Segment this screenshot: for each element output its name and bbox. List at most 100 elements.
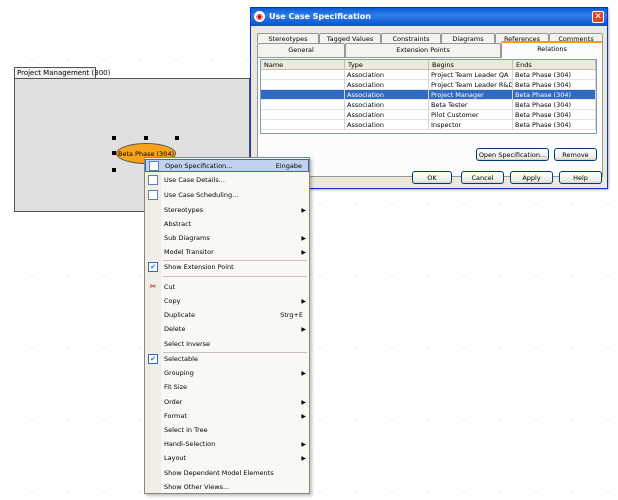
menu-item-select-inverse[interactable]: Select Inverse (145, 338, 309, 351)
menu-item-stereotypes[interactable]: Stereotypes ▶ (145, 204, 309, 217)
menu-item-model-transitor[interactable]: Model Transitor ▶ (145, 246, 309, 259)
cell-name (261, 100, 345, 110)
cell-name (261, 90, 345, 100)
submenu-arrow-icon: ▶ (301, 298, 306, 305)
menu-item-select-in-tree[interactable]: Select in Tree (145, 424, 309, 437)
column-header-begins[interactable]: Begins (429, 60, 513, 70)
dialog-title: Use Case Specification (269, 12, 371, 21)
menu-item-cut[interactable]: ✂ Cut (145, 281, 309, 294)
table-row-selected[interactable]: Association Project Manager Beta Phase (… (261, 90, 596, 100)
submenu-arrow-icon: ▶ (301, 326, 306, 333)
tab-general[interactable]: General (257, 43, 345, 57)
menu-item-shortcut: Strg+E (280, 311, 303, 319)
menu-item-format[interactable]: Format ▶ (145, 410, 309, 423)
menu-item-use-case-details[interactable]: Use Case Details... (145, 174, 309, 187)
menu-item-use-case-scheduling[interactable]: Use Case Scheduling... (145, 189, 309, 202)
menu-item-label: Select Inverse (164, 340, 211, 348)
remove-button[interactable]: Remove (554, 148, 597, 161)
selection-handle[interactable] (112, 151, 116, 155)
menu-item-selectable[interactable]: ✔ Selectable (145, 353, 309, 366)
menu-item-label: Format (164, 412, 187, 420)
close-button[interactable]: ✕ (592, 11, 604, 23)
table-row[interactable]: Association Inspector Beta Phase (304) (261, 120, 596, 130)
menu-item-copy[interactable]: Copy ▶ (145, 295, 309, 308)
column-header-type[interactable]: Type (345, 60, 429, 70)
tab-diagrams[interactable]: Diagrams (441, 33, 495, 43)
selection-handle[interactable] (112, 136, 116, 140)
tab-constraints[interactable]: Constraints (381, 33, 441, 43)
scissors-icon: ✂ (149, 282, 157, 291)
menu-item-layout[interactable]: Layout ▶ (145, 452, 309, 465)
menu-item-label: Fit Size (164, 383, 188, 391)
menu-item-open-specification[interactable]: Open Specification... Eingabe (145, 159, 309, 172)
submenu-arrow-icon: ▶ (301, 413, 306, 420)
selection-handle[interactable] (112, 168, 116, 172)
submenu-arrow-icon: ▶ (301, 455, 306, 462)
menu-item-grouping[interactable]: Grouping ▶ (145, 367, 309, 380)
menu-item-label: Order (164, 398, 183, 406)
menu-item-show-other-views[interactable]: Show Other Views... (145, 481, 309, 494)
app-logo-icon: ◉ (254, 11, 265, 22)
cell-begins: Project Team Leader QA (429, 70, 513, 80)
menu-item-shortcut: Eingabe (275, 162, 302, 170)
cell-begins: Pilot Customer (429, 110, 513, 120)
menu-item-show-dependent-model-elements[interactable]: Show Dependent Model Elements (145, 467, 309, 480)
menu-item-label: Use Case Scheduling... (164, 191, 239, 199)
package-tab[interactable]: Project Management (300) (14, 67, 110, 78)
menu-item-order[interactable]: Order ▶ (145, 396, 309, 409)
submenu-arrow-icon: ▶ (301, 207, 306, 214)
apply-button[interactable]: Apply (510, 171, 553, 184)
open-specification-button[interactable]: Open Specification... (476, 148, 549, 161)
tab-stereotypes[interactable]: Stereotypes (257, 33, 319, 43)
menu-item-label: Show Dependent Model Elements (164, 469, 274, 477)
menu-item-show-extension-point[interactable]: ✔ Show Extension Point (145, 261, 309, 274)
menu-item-fit-size[interactable]: Fit Size (145, 381, 309, 394)
cell-ends: Beta Phase (304) (513, 120, 596, 130)
menu-item-duplicate[interactable]: Duplicate Strg+E (145, 309, 309, 322)
menu-item-delete[interactable]: Delete ▶ (145, 323, 309, 336)
column-header-name[interactable]: Name (261, 60, 345, 70)
menu-item-label: Open Specification... (165, 162, 233, 170)
cell-type: Association (345, 80, 429, 90)
menu-item-label: Abstract (164, 220, 192, 228)
dialog-title-bar[interactable]: ◉ Use Case Specification ✕ (251, 8, 607, 26)
menu-item-label: Copy (164, 297, 181, 305)
cell-begins: Project Manager (429, 90, 513, 100)
cell-name (261, 120, 345, 130)
menu-item-label: Selectable (164, 355, 198, 363)
cell-begins: Beta Tester (429, 100, 513, 110)
table-row[interactable]: Association Project Team Leader R&D Beta… (261, 80, 596, 90)
help-button[interactable]: Help (559, 171, 602, 184)
menu-item-handi-selection[interactable]: Handi-Selection ▶ (145, 438, 309, 451)
cancel-button[interactable]: Cancel (461, 171, 504, 184)
table-row[interactable]: Association Pilot Customer Beta Phase (3… (261, 110, 596, 120)
selection-handle[interactable] (144, 136, 148, 140)
tab-extension-points[interactable]: Extension Points (345, 43, 501, 57)
menu-separator (163, 276, 307, 277)
menu-item-label: Grouping (164, 369, 194, 377)
checkmark-icon: ✔ (148, 262, 158, 272)
menu-item-label: Use Case Details... (164, 176, 225, 184)
menu-item-label: Sub Diagrams (164, 234, 210, 242)
menu-item-label: Layout (164, 454, 187, 462)
menu-item-label: Stereotypes (164, 206, 204, 214)
tab-relations[interactable]: Relations (501, 41, 603, 58)
column-header-ends[interactable]: Ends (513, 60, 596, 70)
context-menu: Open Specification... Eingabe Use Case D… (144, 157, 310, 494)
menu-item-label: Delete (164, 325, 186, 333)
cell-name (261, 110, 345, 120)
cell-type: Association (345, 70, 429, 80)
ok-button[interactable]: OK (412, 171, 452, 184)
menu-item-label: Select in Tree (164, 426, 208, 434)
menu-item-label: Model Transitor (164, 248, 214, 256)
checkmark-icon: ✔ (148, 354, 158, 364)
cell-ends: Beta Phase (304) (513, 110, 596, 120)
table-row[interactable]: Association Beta Tester Beta Phase (304) (261, 100, 596, 110)
selection-handle[interactable] (175, 136, 179, 140)
cell-type: Association (345, 100, 429, 110)
menu-item-sub-diagrams[interactable]: Sub Diagrams ▶ (145, 232, 309, 245)
menu-item-abstract[interactable]: Abstract (145, 218, 309, 231)
table-row[interactable]: Association Project Team Leader QA Beta … (261, 70, 596, 80)
submenu-arrow-icon: ▶ (301, 441, 306, 448)
tab-tagged-values[interactable]: Tagged Values (319, 33, 381, 43)
